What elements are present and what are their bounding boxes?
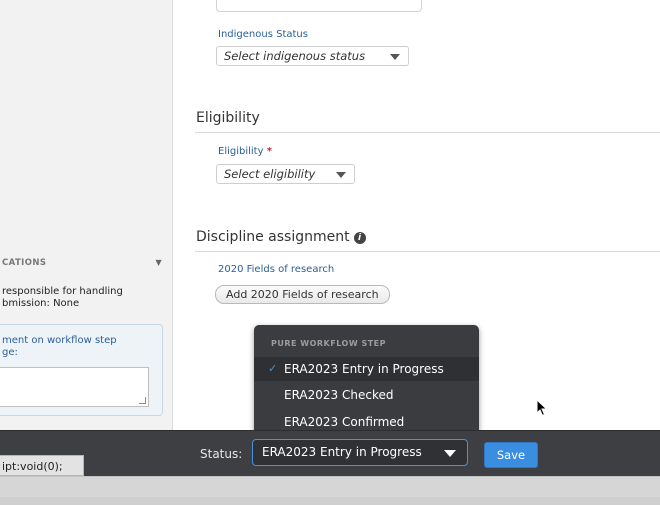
dropdown-option-label: ERA2023 Entry in Progress xyxy=(284,362,444,376)
resize-grip-icon[interactable] xyxy=(139,397,146,404)
dropdown-option-label: ERA2023 Checked xyxy=(284,388,394,402)
indigenous-status-select[interactable]: Select indigenous status xyxy=(216,46,409,66)
dropdown-header: PURE WORKFLOW STEP xyxy=(271,339,386,348)
chevron-down-icon xyxy=(390,54,400,60)
save-button[interactable]: Save xyxy=(484,442,538,468)
required-marker: * xyxy=(266,146,272,157)
dropdown-option-checked[interactable]: ERA2023 Checked xyxy=(254,383,479,407)
collapse-caret-icon[interactable]: ▼ xyxy=(155,258,162,267)
previous-field-box[interactable] xyxy=(216,0,422,12)
mouse-pointer-icon xyxy=(536,399,548,417)
status-select-value: ERA2023 Entry in Progress xyxy=(262,445,422,459)
eligibility-placeholder: Select eligibility xyxy=(224,167,316,181)
notification-text: responsible for handling bmission: None xyxy=(2,286,162,310)
dropdown-option-entry-in-progress[interactable]: ✓ ERA2023 Entry in Progress xyxy=(254,357,479,381)
notifications-header-label: CATIONS xyxy=(2,258,47,268)
workflow-step-dropdown: PURE WORKFLOW STEP ✓ ERA2023 Entry in Pr… xyxy=(254,325,479,437)
discipline-section-title: Discipline assignment i xyxy=(196,229,366,245)
add-fields-of-research-button[interactable]: Add 2020 Fields of research xyxy=(215,285,390,304)
workflow-comment-panel: ment on workflow step ge: xyxy=(0,324,163,416)
link-url-tooltip: ipt:void(0); xyxy=(0,455,84,476)
chevron-down-icon xyxy=(444,450,456,457)
notifications-header[interactable]: CATIONS ▼ xyxy=(2,258,162,272)
eligibility-label: Eligibility * xyxy=(218,146,272,157)
notification-text-line1: responsible for handling xyxy=(2,286,123,297)
left-panel: CATIONS ▼ responsible for handling bmiss… xyxy=(0,0,173,430)
eligibility-section-title: Eligibility xyxy=(196,110,260,126)
checkmark-icon: ✓ xyxy=(268,362,278,375)
section-divider xyxy=(195,132,660,133)
indigenous-status-label: Indigenous Status xyxy=(218,29,308,40)
fields-of-research-label: 2020 Fields of research xyxy=(218,264,335,275)
status-select[interactable]: ERA2023 Entry in Progress xyxy=(252,439,468,466)
comment-label: ment on workflow step ge: xyxy=(2,335,152,359)
comment-textarea[interactable] xyxy=(0,367,149,407)
notification-text-line2: bmission: None xyxy=(2,298,80,309)
eligibility-label-text: Eligibility xyxy=(218,146,264,157)
status-label: Status: xyxy=(200,447,243,461)
discipline-section-title-text: Discipline assignment xyxy=(196,229,350,245)
section-divider xyxy=(195,251,660,252)
info-icon[interactable]: i xyxy=(353,232,366,244)
chevron-down-icon xyxy=(336,172,346,178)
browser-bottom-strip xyxy=(0,476,660,505)
dropdown-option-label: ERA2023 Confirmed xyxy=(284,415,405,429)
comment-label-line1: ment on workflow step xyxy=(2,335,117,346)
eligibility-select[interactable]: Select eligibility xyxy=(216,164,355,184)
comment-label-line2: ge: xyxy=(2,347,18,358)
indigenous-status-placeholder: Select indigenous status xyxy=(224,49,366,63)
